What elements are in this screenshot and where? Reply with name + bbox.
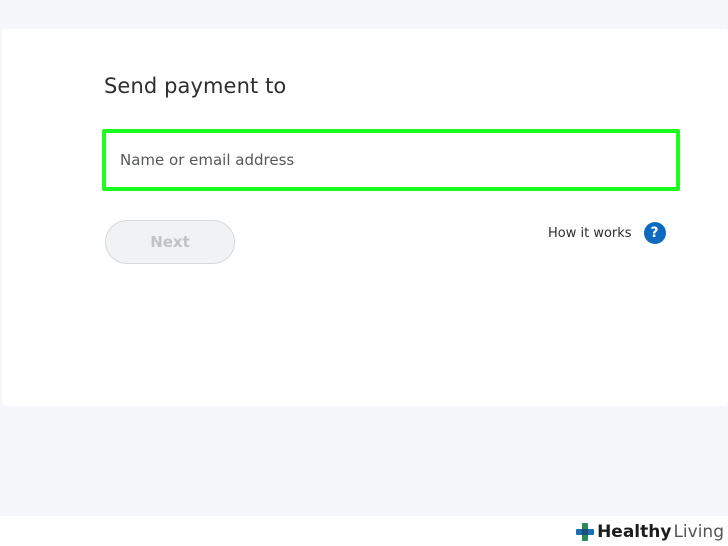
plus-logo-icon [576,523,595,541]
recipient-input[interactable] [106,133,676,187]
recipient-field-highlight [102,129,680,191]
healthy-living-watermark: Healthy Living [573,518,728,546]
question-circle-icon[interactable]: ? [643,222,666,244]
watermark-brand-light: Living [673,522,724,542]
next-button[interactable]: Next [105,220,235,264]
page-title: Send payment to [104,74,287,98]
how-it-works-label: How it works [548,225,632,241]
watermark-brand-bold: Healthy [597,522,672,542]
how-it-works-link[interactable]: How it works ? [548,222,666,244]
